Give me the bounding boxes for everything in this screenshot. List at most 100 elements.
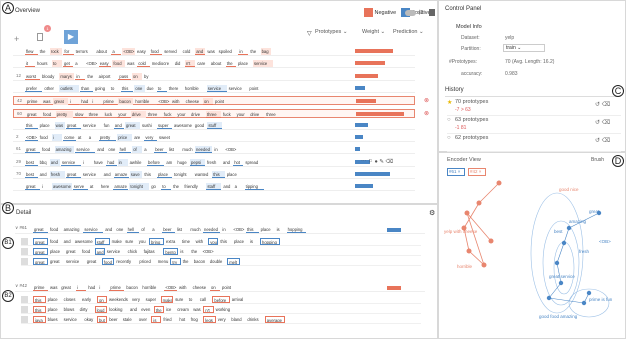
- overview-row[interactable]: 61 great food amazing service and one hell of a be…: [13, 145, 415, 155]
- token: there: [168, 85, 179, 91]
- token: great: [53, 98, 69, 106]
- filter-icon[interactable]: ▽: [307, 30, 312, 37]
- token: point: [215, 99, 225, 105]
- token: extra: [166, 239, 176, 244]
- token: wanted: [194, 172, 209, 177]
- token: served: [164, 49, 177, 54]
- score-bar: [356, 99, 376, 104]
- encoder-link: [478, 182, 500, 204]
- overview-row[interactable]: it hours to get a <OB> easy food was cold mediocre…: [13, 59, 415, 69]
- token: of: [132, 146, 143, 154]
- encoder-word: good nice: [559, 187, 579, 192]
- token: great: [25, 183, 40, 191]
- detail-row[interactable]: great great service great food recently priced…: [21, 257, 421, 266]
- token: save: [129, 171, 143, 178]
- row-index: 12: [16, 72, 22, 78]
- toolbar-plus-icon[interactable]: +: [14, 34, 19, 44]
- detail-group-header[interactable]: ∨ #42 prime was great i had i prime bacon horribl…: [15, 283, 425, 292]
- token: very: [144, 134, 157, 142]
- history-delta: -1 81: [455, 125, 467, 131]
- token: frog: [190, 317, 198, 322]
- notification-badge: 1: [44, 25, 51, 32]
- token: bland: [231, 317, 242, 322]
- token: to: [156, 85, 167, 92]
- token: ice: [166, 307, 172, 312]
- row-checkbox[interactable]: [21, 248, 28, 255]
- encoder-scatter[interactable]: good nice great horrible yelp with cheese gr…: [439, 173, 625, 338]
- history-item[interactable]: ○ 62 prototypes ↺ ⌫: [447, 134, 621, 152]
- overview-row[interactable]: 60 great food pretty slow three luck your drive t…: [13, 108, 429, 118]
- toolbar-play-button[interactable]: ▶: [64, 30, 78, 44]
- history-delta: -7 > 63: [455, 107, 471, 113]
- token: needed: [195, 146, 213, 154]
- token: you: [138, 239, 146, 244]
- overview-row[interactable]: 42 prime was great i had i prime bacon horrible <O…: [13, 96, 429, 106]
- partition-select[interactable]: train ⌄: [503, 44, 545, 52]
- token: on: [210, 284, 220, 291]
- overview-row[interactable]: this place was great service fun and great sushi…: [13, 121, 415, 130]
- token: cream: [177, 307, 189, 312]
- overview-row[interactable]: 12 worst bloody marys in the airport pass on by: [13, 72, 415, 81]
- token: about: [96, 49, 107, 54]
- token: arrival: [231, 297, 244, 302]
- token: great: [50, 259, 60, 264]
- toggle-switch[interactable]: [405, 10, 416, 16]
- dataset-label: Dataset:: [461, 35, 480, 41]
- token: prime: [26, 98, 41, 106]
- detail-row[interactable]: this place blows dirty loud looking and even the…: [21, 305, 421, 314]
- history-item[interactable]: ○ 63 prototypes -1 81 ↺ ⌫: [447, 116, 621, 134]
- detail-row[interactable]: java blues service okay but beer stale over is fr…: [21, 315, 421, 324]
- token: due: [146, 85, 154, 91]
- history-actions[interactable]: ↺ ⌫: [595, 101, 610, 108]
- token: on: [132, 72, 142, 80]
- encoder-word: great service: [549, 274, 575, 279]
- settings-icon[interactable]: ⚙: [429, 209, 435, 217]
- history-divider: [445, 96, 619, 97]
- row-checkbox[interactable]: [21, 258, 28, 265]
- detail-row[interactable]: great place great food and service chick fajita…: [21, 247, 421, 256]
- prediction-dropdown[interactable]: Prediction ⌄: [393, 29, 424, 35]
- token: mediocre: [151, 61, 170, 67]
- token: working: [215, 307, 231, 312]
- detail-row[interactable]: great food and awesome staff make sure you bring…: [21, 237, 421, 246]
- row-toolbar: ⋯ ⚐ ● ✎ ⌫: [361, 159, 394, 165]
- overview-row[interactable]: flew the rock for terrors about a <OB> easy food s…: [13, 47, 415, 56]
- toolbar-delete-icon[interactable]: [37, 33, 43, 41]
- row-checkbox[interactable]: [21, 238, 28, 245]
- row-checkbox[interactable]: [21, 316, 28, 323]
- token: amazing: [54, 146, 75, 154]
- history-actions[interactable]: ↺ ⌫: [595, 119, 610, 126]
- close-icon[interactable]: ⊗: [424, 110, 429, 117]
- overview-row[interactable]: 29 best bbq and service i have had in awhile befor…: [13, 158, 415, 167]
- trash-icon[interactable]: [429, 9, 435, 16]
- overview-row[interactable]: prefer other outlets than going to this one due t…: [13, 84, 415, 93]
- detail-group-header[interactable]: ∨ #61 great food amazing service and one hell of…: [15, 225, 425, 234]
- token: awesome: [174, 122, 192, 128]
- token: prime: [102, 98, 118, 106]
- overview-row[interactable]: 2 <OB> food i come at a pretty price are very sweet: [13, 133, 415, 143]
- overview-row[interactable]: great i awesome serve at here amaze tonight go to…: [13, 182, 415, 192]
- row-checkbox[interactable]: [21, 296, 28, 303]
- close-icon[interactable]: ⊗: [424, 97, 429, 104]
- control-title: Control Panel: [445, 6, 482, 12]
- token: was: [50, 285, 58, 290]
- token: in: [214, 147, 218, 153]
- history-item[interactable]: ★ 70 prototypes -7 > 63 ↺ ⌫: [447, 98, 621, 116]
- flag-icon[interactable]: ⚐: [418, 9, 424, 17]
- token: food: [42, 147, 51, 153]
- row-checkbox[interactable]: [21, 306, 28, 313]
- brush-label[interactable]: Brush: [591, 157, 604, 163]
- overview-row[interactable]: 70 best and fresh great service and amaze save th…: [13, 170, 415, 179]
- weight-dropdown[interactable]: Weight ⌄: [362, 29, 385, 35]
- token: this: [33, 296, 46, 303]
- detail-row[interactable]: this place closes early on weekends very super m…: [21, 295, 421, 304]
- encoder-link: [466, 212, 492, 242]
- token: three: [147, 111, 158, 117]
- token: and: [195, 48, 206, 55]
- token: make: [160, 296, 174, 303]
- prototypes-dropdown[interactable]: Prototypes ⌄: [315, 29, 347, 35]
- token: java: [33, 316, 46, 323]
- token: had: [81, 99, 89, 105]
- history-actions[interactable]: ↺ ⌫: [595, 137, 610, 144]
- token: on: [203, 98, 213, 106]
